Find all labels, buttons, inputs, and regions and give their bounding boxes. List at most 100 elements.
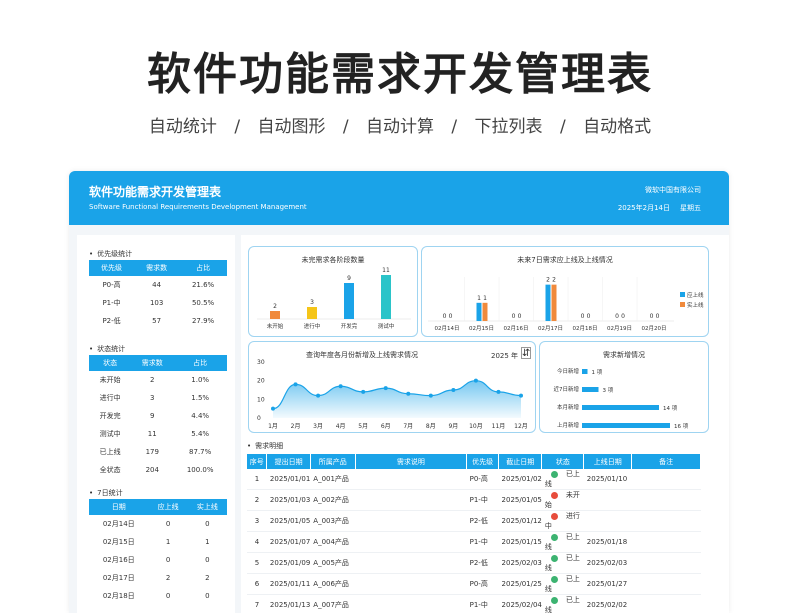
table-row: 测试中 11 5.4%	[89, 425, 227, 443]
data-label: 2	[552, 277, 556, 284]
table-row[interactable]: 4 2025/01/07 A_004产品 P1-中 2025/01/15 已上线 2025/…	[247, 531, 701, 553]
y-tick-label: 10	[257, 396, 265, 403]
table-row: 未开始 2 1.0%	[89, 371, 227, 389]
table-row: 02月18日 0 0	[89, 587, 227, 605]
tick-label: 测试中	[378, 322, 395, 330]
legend-swatch	[680, 302, 685, 307]
priority-stats-table: 优先级 需求数 占比 P0-高 44 21.6% P1-中 103 50.5% P2-低 57…	[89, 260, 227, 330]
cell: 2025/01/15	[498, 531, 542, 553]
tick-label: 近7日新增	[554, 385, 580, 393]
cell: A_001产品	[310, 469, 356, 490]
cell: 0	[205, 556, 210, 564]
tick-label: 6月	[381, 423, 391, 430]
table-row[interactable]: 3 2025/01/05 A_003产品 P2-低 2025/01/12 进行中	[247, 510, 701, 532]
cell: P1-中	[466, 594, 499, 613]
col-header: 优先级	[89, 260, 135, 276]
table-row: 02月14日 0 0	[89, 515, 227, 533]
tick-label: 10月	[469, 423, 483, 430]
cell: P2-低	[466, 552, 499, 574]
left-stats-panel: 优先级统计 优先级需求数占比 P0-高 44 21.6% P1-中 103 50.5% …	[77, 235, 235, 613]
cell	[355, 531, 467, 553]
data-label: 3 项	[603, 387, 614, 394]
seven-day-chart: 0 002月14日1 102月15日0 002月16日2 202月17日0 002月18日…	[428, 277, 704, 332]
cell: P0-高	[102, 281, 121, 289]
cell: 进行中	[541, 510, 584, 532]
cell	[355, 510, 467, 532]
table-row[interactable]: 6 2025/01/11 A_006产品 P0-高 2025/01/25 已上线 2025/…	[247, 573, 701, 595]
data-point	[293, 382, 298, 387]
cell	[355, 489, 467, 511]
cell	[631, 510, 701, 532]
data-label: 0	[581, 313, 585, 320]
bar	[582, 369, 588, 374]
cell	[631, 489, 701, 511]
table-row[interactable]: 7 2025/01/13 A_007产品 P1-中 2025/02/04 已上线 2025/…	[247, 594, 701, 613]
cell: 2025/01/07	[266, 531, 311, 553]
tick-label: 8月	[426, 423, 436, 430]
priority-stats-label: 优先级统计	[89, 249, 132, 259]
cell: 2025/01/09	[266, 552, 311, 574]
y-tick-label: 30	[257, 359, 265, 366]
monthly-chart-panel: 查询年度各月份新增及上线需求情况 2025 年 ⇵ 0 10 20 30 1月 2月 3月 4…	[248, 341, 536, 433]
bar	[381, 275, 391, 319]
cell: 已上线	[541, 469, 584, 490]
table-row[interactable]: 5 2025/01/09 A_005产品 P2-低 2025/02/03 已上线 2025/…	[247, 552, 701, 574]
cell: 已上线	[541, 531, 584, 553]
cell: 5.4%	[191, 430, 210, 438]
data-point	[406, 391, 411, 396]
tag-separator: /	[451, 117, 458, 137]
table-row: 已上线 179 87.7%	[89, 443, 227, 461]
status-stats-table: 状态 需求数 占比 未开始 2 1.0% 进行中 3 1.5% 开发完 9 4.4% 测试中 11…	[89, 355, 227, 479]
cell: A_004产品	[310, 531, 356, 553]
tick-label: 2月	[291, 423, 301, 430]
tick-label: 02月16日	[504, 325, 529, 332]
col-header: 优先级	[466, 454, 500, 469]
cell: 100.0%	[186, 466, 214, 474]
data-label: 0	[587, 313, 591, 320]
cell: 103	[149, 299, 164, 307]
cell: 11	[147, 430, 157, 438]
status-icon	[550, 596, 558, 604]
tag-auto-graph: 自动图形	[257, 117, 326, 137]
tick-label: 02月17日	[538, 325, 563, 332]
col-header: 序号	[247, 454, 268, 469]
dashboard-card: 软件功能需求开发管理表 Software Functional Requirem…	[69, 171, 729, 613]
cell: 0	[205, 592, 210, 600]
cell: A_005产品	[310, 552, 356, 574]
data-point	[451, 388, 456, 392]
cell	[631, 531, 701, 553]
cell: 179	[145, 448, 159, 456]
table-row[interactable]: 2 2025/01/03 A_002产品 P1-中 2025/01/05 未开始	[247, 489, 701, 511]
tick-label: 未开始	[267, 322, 284, 330]
status-icon	[550, 470, 558, 478]
tag-auto-stats: 自动统计	[148, 117, 217, 137]
cell	[631, 594, 701, 613]
bar	[476, 302, 482, 321]
data-point	[271, 406, 275, 411]
cell: 0	[165, 556, 171, 564]
tick-label: 11月	[492, 423, 506, 430]
company-name: 微软中国有限公司	[645, 186, 701, 194]
cell	[631, 469, 701, 490]
cell: 44	[152, 281, 162, 289]
cell: 6	[247, 573, 267, 595]
tick-label: 3月	[313, 423, 323, 430]
new-requirement-chart: 今日新增 1 项近7日新增 3 项本月新增 14 项上月新增 16 项	[554, 367, 689, 430]
table-row: P0-高 44 21.6%	[89, 276, 227, 294]
cell: 2025/01/18	[583, 531, 632, 553]
data-label: 14 项	[663, 405, 678, 412]
cell: A_002产品	[310, 489, 356, 511]
data-label: 11	[382, 267, 390, 274]
table-row[interactable]: 1 2025/01/01 A_001产品 P0-高 2025/01/02 已上线 2025/…	[247, 469, 701, 490]
col-header: 状态	[89, 355, 132, 371]
cell	[355, 469, 467, 490]
col-header: 日期	[89, 499, 149, 515]
y-tick-label: 0	[257, 415, 261, 422]
seven-day-chart-panel: 未来7日需求应上线及上线情况 0 0 02月14日 1 1 02月15日 0 0 02月16日 2…	[421, 246, 709, 337]
cell: 5	[247, 552, 267, 574]
cell: P1-中	[102, 299, 121, 307]
cell: 2	[247, 489, 267, 511]
col-header: 状态	[541, 454, 585, 469]
cell: 2025/02/04	[498, 594, 542, 613]
cell: 27.9%	[191, 317, 215, 325]
